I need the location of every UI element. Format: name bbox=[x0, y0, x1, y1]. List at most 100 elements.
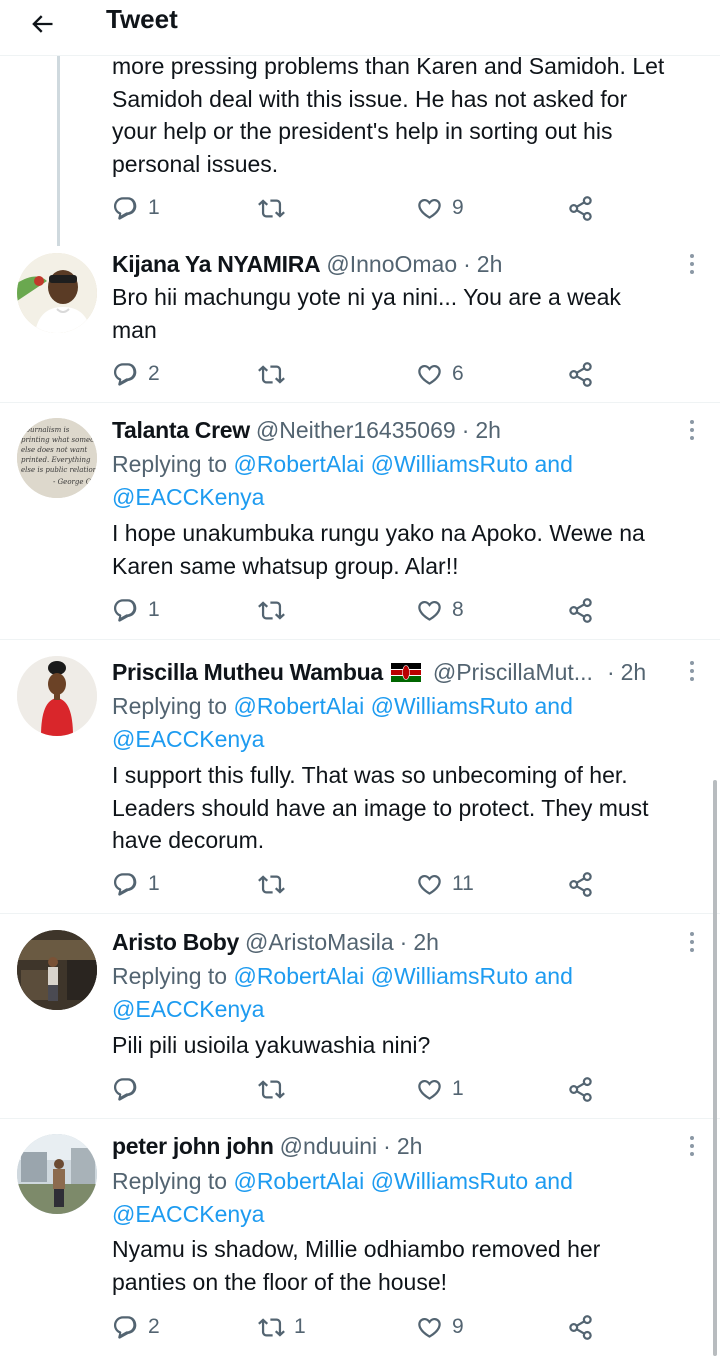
like-button[interactable]: 11 bbox=[416, 869, 474, 899]
reply-count: 1 bbox=[148, 598, 160, 621]
retweet-icon bbox=[258, 871, 285, 898]
mention-link[interactable]: @WilliamsRuto bbox=[371, 693, 529, 719]
tweet-header: Kijana Ya NYAMIRA @InnoOmao · 2h bbox=[112, 249, 672, 279]
avatar[interactable] bbox=[17, 656, 97, 736]
user-handle[interactable]: @PriscillaMut... bbox=[433, 657, 593, 687]
timestamp[interactable]: 2h bbox=[413, 927, 439, 957]
tweet-header: peter john john @nduuini · 2h bbox=[112, 1131, 672, 1161]
user-handle[interactable]: @AristoMasila bbox=[245, 927, 394, 957]
share-icon bbox=[567, 1076, 594, 1103]
share-button[interactable] bbox=[567, 359, 594, 389]
avatar[interactable]: Journalism is printing what someone else… bbox=[17, 418, 97, 498]
user-handle[interactable]: @nduuini bbox=[280, 1131, 378, 1161]
replying-to-label: Replying to bbox=[112, 451, 228, 477]
share-icon bbox=[567, 871, 594, 898]
more-vertical-icon bbox=[690, 932, 694, 936]
mention-link[interactable]: @WilliamsRuto bbox=[371, 963, 529, 989]
tweet-text: Pili pili usioila yakuwashia nini? bbox=[112, 1029, 702, 1062]
retweet-button[interactable]: 1 bbox=[258, 1312, 306, 1342]
mention-and[interactable]: and bbox=[535, 1168, 573, 1194]
avatar-image bbox=[17, 656, 97, 736]
timestamp[interactable]: 2h bbox=[397, 1131, 423, 1161]
retweet-icon bbox=[258, 195, 285, 222]
mention-link[interactable]: @RobertAlai bbox=[233, 1168, 364, 1194]
mention-and[interactable]: and bbox=[535, 963, 573, 989]
like-button[interactable]: 9 bbox=[416, 193, 464, 223]
avatar-image bbox=[17, 253, 97, 333]
tweet-text: more pressing problems than Karen and Sa… bbox=[112, 50, 702, 180]
reply-button[interactable]: 1 bbox=[112, 595, 160, 625]
page-title: Tweet bbox=[106, 4, 178, 34]
reply-button[interactable]: 2 bbox=[112, 1312, 160, 1342]
heart-icon bbox=[416, 195, 443, 222]
heart-icon bbox=[416, 597, 443, 624]
retweet-icon bbox=[258, 597, 285, 624]
mention-and[interactable]: and bbox=[535, 451, 573, 477]
retweet-button[interactable] bbox=[258, 359, 285, 389]
retweet-button[interactable] bbox=[258, 1074, 285, 1104]
like-count: 11 bbox=[452, 872, 474, 895]
like-button[interactable]: 8 bbox=[416, 595, 464, 625]
mention-link[interactable]: @EACCKenya bbox=[112, 1201, 264, 1227]
display-name[interactable]: peter john john bbox=[112, 1131, 274, 1161]
share-button[interactable] bbox=[567, 193, 594, 223]
divider bbox=[0, 639, 720, 640]
more-options-button[interactable] bbox=[682, 252, 702, 276]
timestamp[interactable]: 2h bbox=[477, 249, 503, 279]
mention-link[interactable]: @WilliamsRuto bbox=[371, 1168, 529, 1194]
display-name[interactable]: Priscilla Mutheu Wambua bbox=[112, 657, 383, 687]
share-button[interactable] bbox=[567, 1074, 594, 1104]
avatar-image bbox=[17, 1134, 97, 1214]
reply-button[interactable]: 1 bbox=[112, 193, 160, 223]
display-name[interactable]: Aristo Boby bbox=[112, 927, 239, 957]
like-button[interactable]: 9 bbox=[416, 1312, 464, 1342]
retweet-button[interactable] bbox=[258, 193, 285, 223]
tweet-actions: 1 9 bbox=[112, 193, 612, 223]
mention-and[interactable]: and bbox=[535, 693, 573, 719]
share-button[interactable] bbox=[567, 595, 594, 625]
user-handle[interactable]: @Neither16435069 bbox=[256, 415, 456, 445]
reply-button[interactable] bbox=[112, 1074, 139, 1104]
text-line: man bbox=[112, 316, 157, 343]
replying-to: Replying to @RobertAlai @WilliamsRuto an… bbox=[112, 960, 702, 1025]
display-name[interactable]: Talanta Crew bbox=[112, 415, 250, 445]
scrollbar[interactable] bbox=[713, 780, 717, 1356]
back-button[interactable] bbox=[24, 6, 60, 42]
divider bbox=[0, 1118, 720, 1119]
timestamp[interactable]: 2h bbox=[621, 657, 647, 687]
reply-button[interactable]: 1 bbox=[112, 869, 160, 899]
mention-link[interactable]: @EACCKenya bbox=[112, 996, 264, 1022]
like-button[interactable]: 6 bbox=[416, 359, 464, 389]
reply-icon bbox=[112, 597, 139, 624]
mention-link[interactable]: @EACCKenya bbox=[112, 484, 264, 510]
more-options-button[interactable] bbox=[682, 1134, 702, 1158]
share-button[interactable] bbox=[567, 869, 594, 899]
mention-link[interactable]: @WilliamsRuto bbox=[371, 451, 529, 477]
reply-count: 2 bbox=[148, 1315, 160, 1338]
avatar[interactable] bbox=[17, 930, 97, 1010]
text-line: panties on the floor of the house! bbox=[112, 1268, 448, 1295]
avatar[interactable] bbox=[17, 1134, 97, 1214]
text-line: Leaders should have an image to protect.… bbox=[112, 794, 649, 821]
like-button[interactable]: 1 bbox=[416, 1074, 464, 1104]
mention-link[interactable]: @RobertAlai bbox=[233, 693, 364, 719]
mention-link[interactable]: @EACCKenya bbox=[112, 726, 264, 752]
reply-icon bbox=[112, 871, 139, 898]
more-options-button[interactable] bbox=[682, 659, 702, 683]
tweet-text: I hope unakumbuka rungu yako na Apoko. W… bbox=[112, 517, 702, 582]
tweet-actions: 2 1 9 bbox=[112, 1312, 612, 1342]
timestamp[interactable]: 2h bbox=[475, 415, 501, 445]
share-button[interactable] bbox=[567, 1312, 594, 1342]
display-name[interactable]: Kijana Ya NYAMIRA bbox=[112, 249, 321, 279]
reply-button[interactable]: 2 bbox=[112, 359, 160, 389]
retweet-button[interactable] bbox=[258, 869, 285, 899]
user-handle[interactable]: @InnoOmao bbox=[326, 249, 457, 279]
retweet-button[interactable] bbox=[258, 595, 285, 625]
more-options-button[interactable] bbox=[682, 930, 702, 954]
avatar[interactable] bbox=[17, 253, 97, 333]
mention-link[interactable]: @RobertAlai bbox=[233, 963, 364, 989]
avatar-quote-line: Journalism is bbox=[21, 426, 70, 434]
more-options-button[interactable] bbox=[682, 418, 702, 442]
reply-count: 1 bbox=[148, 872, 160, 895]
mention-link[interactable]: @RobertAlai bbox=[233, 451, 364, 477]
